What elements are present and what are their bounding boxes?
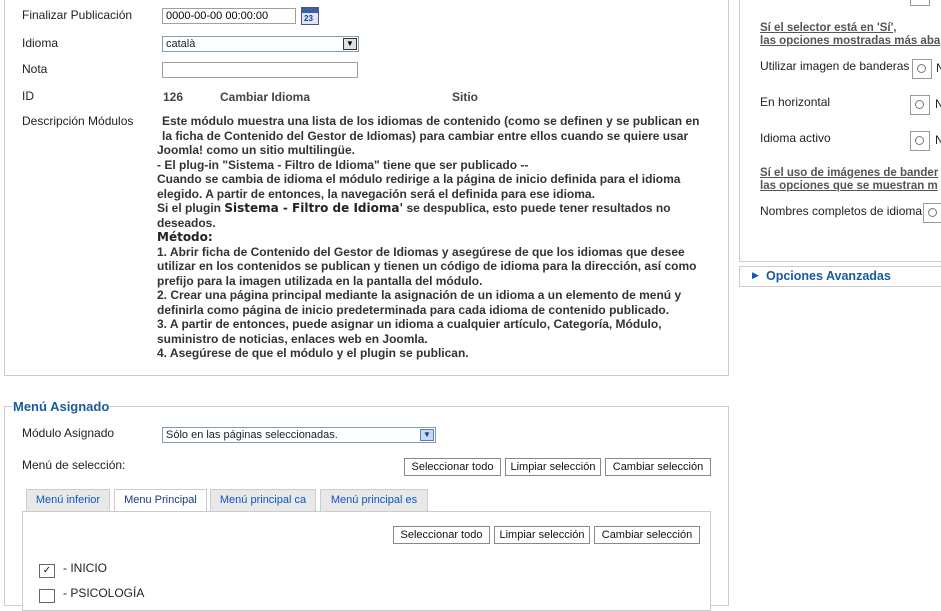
assignment-select[interactable]: Sólo en las páginas seleccionadas. ▼ <box>162 427 436 443</box>
tab-clear-selection-button[interactable]: Limpiar selección <box>494 526 590 544</box>
idioma-label: Idioma <box>22 36 59 50</box>
use-flags-radio[interactable] <box>912 59 932 79</box>
assignment-value: Sólo en las páginas seleccionadas. <box>166 429 338 441</box>
desc-line: - El plug-in "Sistema - Filtro de Idioma… <box>157 157 529 172</box>
desc-line: deseados. <box>157 215 216 230</box>
desc-line: 1. Abrir ficha de Contenido del Gestor d… <box>157 244 685 259</box>
finalizar-label: Finalizar Publicación <box>22 8 133 22</box>
chevron-down-icon[interactable]: ▼ <box>420 429 434 441</box>
menu-item-checkbox[interactable] <box>39 589 55 603</box>
module-type: Cambiar Idioma <box>220 90 311 104</box>
radio-letter: N <box>935 133 941 147</box>
tab-menu-principal-ca[interactable]: Menú principal ca <box>210 489 316 511</box>
images-note-line: las opciones que se muestran m <box>760 180 938 192</box>
desc-line: definirla como página de inicio predeter… <box>157 302 670 317</box>
horizontal-label: En horizontal <box>760 95 831 109</box>
nota-input[interactable] <box>162 62 358 78</box>
desc-text: se despublica, esto puede tener resultad… <box>403 201 671 215</box>
desc-line: 4. Asegúrese de que el módulo y el plugi… <box>157 346 469 360</box>
chevron-down-icon[interactable]: ▼ <box>343 38 357 50</box>
images-note-line: Sí el uso de imágenes de bander <box>760 167 939 179</box>
tab-menu-principal-es[interactable]: Menú principal es <box>320 489 428 511</box>
desc-line: utilizar en los contenidos se publican y… <box>157 259 697 273</box>
horizontal-radio[interactable] <box>910 95 930 115</box>
active-language-radio[interactable] <box>910 131 930 151</box>
menu-selection-label: Menú de selección: <box>22 458 126 472</box>
tab-toggle-selection-button[interactable]: Cambiar selección <box>594 526 700 544</box>
full-names-radio[interactable] <box>923 203 941 223</box>
id-value: 126 <box>163 90 184 104</box>
tab-select-all-button[interactable]: Seleccionar todo <box>393 526 490 544</box>
desc-line: suministro de noticias, enlaces web en J… <box>157 331 428 346</box>
select-all-button[interactable]: Seleccionar todo <box>404 458 501 476</box>
desc-line: prefijo para la imagen utilizada en la p… <box>157 273 483 288</box>
modulo-asignado-label: Módulo Asignado <box>22 426 115 440</box>
advanced-options-label: Opciones Avanzadas <box>766 269 891 283</box>
radio-letter: N <box>935 97 941 111</box>
images-note: Sí el uso de imágenes de bander las opci… <box>760 167 938 193</box>
idioma-value: català <box>166 38 196 50</box>
menu-item-checkbox[interactable]: ✓ <box>39 564 55 578</box>
client-type: Sitio <box>452 90 478 104</box>
radio-letter: N <box>936 61 941 75</box>
desc-line: Joomla! como un sitio multilingüe. <box>157 143 356 157</box>
tab-menu-inferior[interactable]: Menú inferior <box>26 489 110 511</box>
desc-text: Si el plugin <box>157 201 225 215</box>
desc-label: Descripción Módulos <box>22 114 134 128</box>
tab-menu-principal[interactable]: Menu Principal <box>114 489 207 512</box>
idioma-select[interactable]: català ▼ <box>162 36 359 52</box>
active-language-label: Idioma activo <box>760 131 831 145</box>
desc-line: 2. Crear una página principal mediante l… <box>157 288 682 302</box>
flags-note-line: las opciones mostradas más aba <box>760 35 941 47</box>
flags-note-line: Sí el selector está en 'Sí', <box>760 22 897 34</box>
chevron-right-icon: ▶ <box>752 270 759 280</box>
nota-label: Nota <box>22 62 48 76</box>
desc-heading: Método: <box>157 230 213 244</box>
clear-selection-button[interactable]: Limpiar selección <box>505 458 601 476</box>
menu-item-label: - INICIO <box>63 561 107 575</box>
advanced-options-header[interactable]: ▶ Opciones Avanzadas <box>739 266 941 287</box>
desc-line: Este módulo muestra una lista de los idi… <box>162 114 700 128</box>
module-description: Este módulo muestra una lista de los idi… <box>157 114 717 361</box>
use-flags-label: Utilizar imagen de banderas <box>760 59 910 73</box>
menu-assignment-legend: Menú Asignado <box>12 399 111 414</box>
finalizar-input[interactable] <box>162 8 296 24</box>
menu-item-label: - PSICOLOGÍA <box>63 586 145 600</box>
top-partial-radio[interactable] <box>910 0 930 6</box>
desc-plugin-name: Sistema - Filtro de Idioma' <box>224 201 404 215</box>
desc-line: Cuando se cambia de idioma el módulo red… <box>157 172 681 186</box>
flags-note: Sí el selector está en 'Sí', las opcione… <box>760 22 940 48</box>
desc-line: la ficha de Contenido del Gestor de Idio… <box>162 128 689 143</box>
desc-line: elegido. A partir de entonces, la navega… <box>157 186 595 201</box>
full-names-label: Nombres completos de idioma <box>760 204 923 218</box>
toggle-selection-button[interactable]: Cambiar selección <box>605 458 711 476</box>
calendar-icon[interactable]: 23 <box>301 7 319 25</box>
desc-line: Si el plugin Sistema - Filtro de Idioma'… <box>157 201 717 216</box>
desc-line: 3. A partir de entonces, puede asignar u… <box>157 317 662 331</box>
id-label: ID <box>22 89 34 103</box>
